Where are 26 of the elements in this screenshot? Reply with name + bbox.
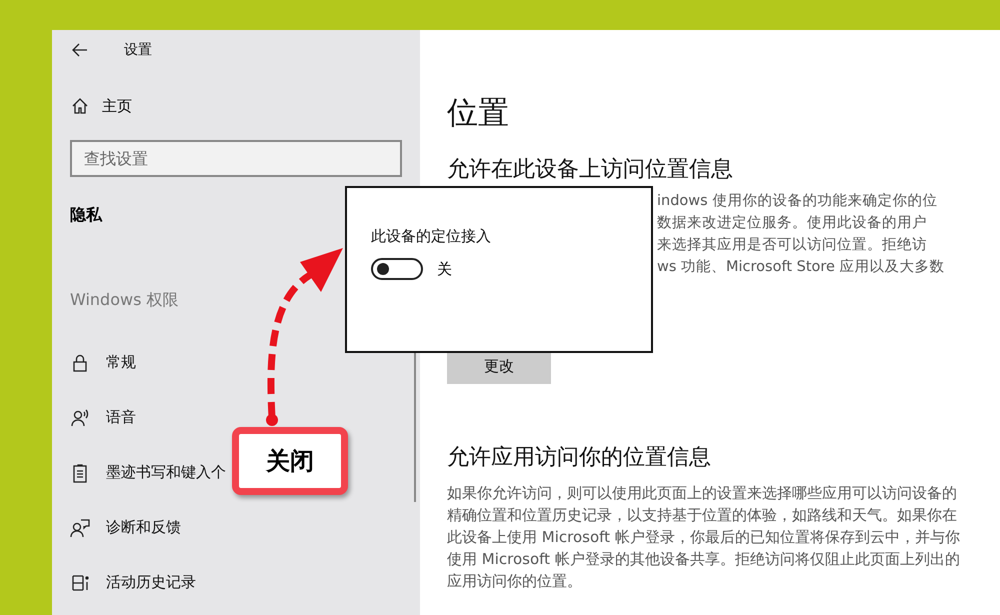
sidebar-item[interactable]: 诊断和反馈 [52,500,181,555]
callout-label: 关闭 [232,427,348,495]
search-field[interactable]: 查找设置 [70,140,402,177]
person-feedback-icon [70,518,90,538]
toggle-switch[interactable] [371,258,423,280]
sidebar-item[interactable]: 活动历史记录 [52,555,196,610]
group-heading: Windows 权限 [70,290,180,311]
toggle-state: 关 [437,260,452,278]
description-line: indows 使用你的设备的功能来确定你的位 [657,192,938,211]
description-line: 数据来改进定位服务。使用此设备的用户 [657,214,928,233]
home-icon [70,96,90,116]
description-line: ws 功能、Microsoft Store 应用以及大多数 [657,258,946,277]
sidebar-item[interactable]: 语音 [52,390,136,445]
section-heading: 允许在此设备上访问位置信息 [447,156,734,184]
sidebar-item[interactable]: 常规 [52,335,136,390]
timeline-icon [70,572,90,592]
description-line: 来选择其应用是否可以访问位置。拒绝访 [657,236,928,255]
home-link[interactable]: 主页 [70,96,420,116]
section-heading: 隐私 [70,205,104,226]
person-speaking-icon [70,408,90,428]
description-text: 如果你允许访问，则可以使用此页面上的设置来选择哪些应用可以访问设备的精确位置和位置历史记录，以支持基于位置的体验，如路线和天气。如果你在此设备上使用 Microsoft 帐户登录，你最后的已知位置将保存到云中，并与你使用 Microsoft 帐户登录的其他设备共享。拒绝访问将仅阻止此页面上列出的应用访问你的位置。 [447,483,961,592]
page-title: 位置 [447,94,510,133]
setting-label: 此设备的定位接入 [371,227,492,246]
section-heading: 允许应用访问你的位置信息 [447,444,712,472]
window-title: 设置 [124,41,152,59]
sidebar-item[interactable]: 墨迹书写和键入个 [52,445,226,500]
